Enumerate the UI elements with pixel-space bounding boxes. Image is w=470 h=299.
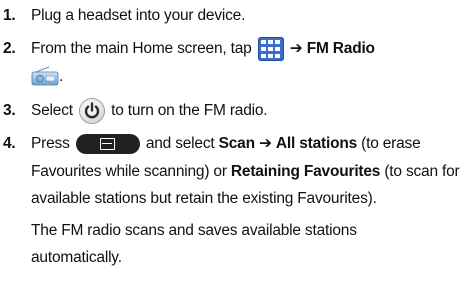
step-2-text-before: From the main Home screen, tap xyxy=(31,40,252,57)
result-line-1: The FM radio scans and saves available s… xyxy=(31,221,357,239)
step-2-text-after: . xyxy=(59,67,64,85)
result-line-2: automatically. xyxy=(31,249,122,266)
all-stations-label: All stations xyxy=(275,135,358,152)
instruction-list: 1. Plug a headset into your device. 2. F… xyxy=(0,0,470,299)
step-3-text-after: to turn on the FM radio. xyxy=(111,102,268,119)
step-number: 2. xyxy=(3,40,16,57)
step-number: 3. xyxy=(3,102,16,119)
retaining-label-line1: Retaining xyxy=(230,162,300,180)
and-select-text: and select xyxy=(145,135,215,152)
fm-radio-app-icon xyxy=(31,66,59,86)
step-text: From the main Home screen, tap ➔ FM Radi… xyxy=(31,35,463,90)
menu-key-icon xyxy=(75,133,140,154)
retaining-label-line2: Favourites xyxy=(303,162,381,180)
apps-grid-icon xyxy=(257,36,284,61)
step-3-text-before: Select xyxy=(31,102,73,119)
power-icon xyxy=(80,98,104,123)
step-1-text: Plug a headset into your device. xyxy=(31,7,246,24)
step-number: 4. xyxy=(3,135,16,152)
step-text: Select to turn on the FM radio. xyxy=(31,97,463,125)
arrow-glyph: ➔ xyxy=(258,135,272,152)
fm-radio-label: FM Radio xyxy=(306,40,375,57)
step-text: Plug a headset into your device. xyxy=(31,2,463,30)
step-text: Press and select Scan ➔ All stations (to… xyxy=(31,130,463,272)
result-text: The FM radio scans and saves available s… xyxy=(31,217,463,272)
step-number: 1. xyxy=(3,7,16,24)
arrow-glyph: ➔ xyxy=(289,40,303,57)
scan-label: Scan xyxy=(218,135,255,152)
press-text: Press xyxy=(31,135,70,152)
